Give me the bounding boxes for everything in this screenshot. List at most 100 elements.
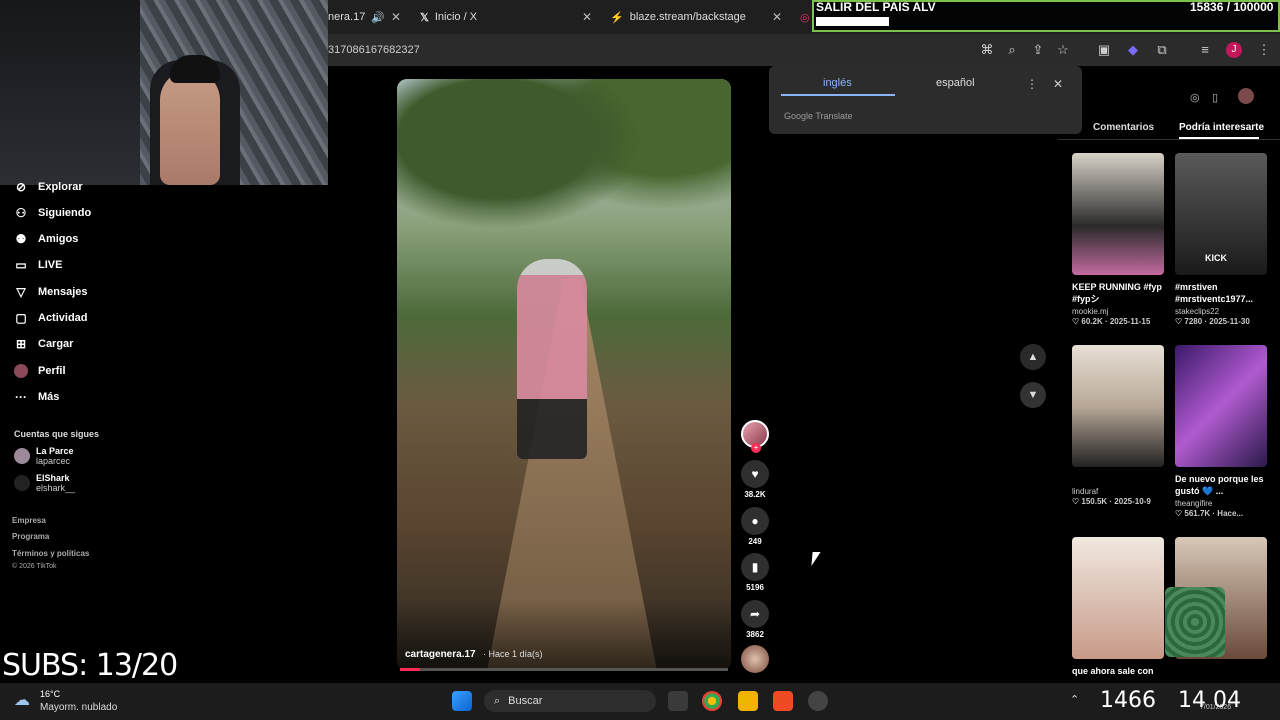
puzzle-icon[interactable]: ⧉ [1154,42,1170,58]
card-meta: ♡ 60.2K · 2025-11-15 [1072,317,1151,326]
zoom-icon[interactable]: ⌕ [1004,42,1020,58]
like-count: 38.2K [744,490,766,499]
sidebar-item-label: Explorar [38,181,83,193]
suggested-video-card[interactable]: KICK #mrstiven #mrstiventc1977... stakec… [1175,153,1267,326]
weather-desc[interactable]: Mayorm. nublado [40,702,117,713]
music-disc-icon[interactable] [741,645,769,673]
subs-counter-overlay: SUBS: 13/20 [2,648,178,683]
close-icon[interactable]: ✕ [391,10,401,24]
next-video-button[interactable]: ▼ [1020,382,1046,408]
video-rider [517,259,587,459]
brave-icon[interactable] [773,691,793,711]
suggested-video-card[interactable]: KEEP RUNNING #fyp #fypシ mookie.mj ♡ 60.2… [1072,153,1164,326]
tab-comments[interactable]: Comentarios [1093,122,1154,133]
start-button-icon[interactable] [452,691,472,711]
translate-brand: Google Translate [784,111,853,121]
translate-icon[interactable]: ⌘ [979,42,995,58]
sidebar-item-perfil[interactable]: Perfil [14,364,66,378]
browser-tab-x[interactable]: 𝕏 Inicio / X ✕ [420,6,592,28]
card-user: stakeclips22 [1175,307,1220,316]
sidebar-item-label: Cargar [38,338,74,350]
previous-video-button[interactable]: ▲ [1020,344,1046,370]
translate-tab-source[interactable]: inglés [823,77,852,89]
sidebar-item-mas[interactable]: ··· Más [14,390,59,404]
video-progress-bar[interactable] [400,668,728,671]
following-account[interactable]: La Parce laparcec [14,446,74,466]
card-title: #mrstiven #mrstiventc1977... [1175,282,1254,304]
bookmark-star-icon[interactable]: ☆ [1055,42,1071,58]
browser-tab-tiktok[interactable]: nera.17 🔊 ✕ [328,6,408,28]
close-icon[interactable]: ✕ [582,10,592,24]
browser-tab-blaze[interactable]: ⚡ blaze.stream/backstage ✕ [610,6,782,28]
suggested-video-card[interactable]: De nuevo porque les gustó 💙 ... theangif… [1175,345,1267,518]
translate-tab-target[interactable]: español [936,77,975,89]
copyright: © 2026 TikTok [12,563,57,570]
footer-link[interactable]: Programa [12,532,49,541]
weather-temp[interactable]: 16°C [40,689,60,699]
sidebar-item-mensajes[interactable]: ▽ Mensajes [14,285,87,299]
profile-avatar-icon[interactable]: J [1226,42,1242,58]
suggested-video-card[interactable] [1165,537,1267,659]
suggested-video-card[interactable]: que ahora sale con [1072,537,1164,689]
stream-goal-progress [816,17,889,26]
url-field[interactable]: 317086167682327 [328,44,420,56]
follow-plus-icon[interactable]: + [751,443,761,453]
send-icon: ▽ [16,285,26,299]
share-icon: ➦ [741,600,769,628]
stream-goal-title: SALIR DEL PAIS ALV [816,0,936,14]
sidebar-item-cargar[interactable]: ⊞ Cargar [14,337,74,351]
suggested-video-card[interactable]: linduraf ♡ 150.5K · 2025-10-9 [1072,345,1164,506]
media-icon[interactable]: ≡ [1197,42,1213,58]
tray-date[interactable]: 7/01/2026 [1200,704,1231,711]
obs-icon[interactable] [808,691,828,711]
video-author[interactable]: cartagenera.17 [405,649,476,660]
search-icon: ⌕ [494,694,501,707]
chrome-icon[interactable] [702,691,722,711]
friends-icon: ⚉ [15,232,27,246]
speaker-icon[interactable]: 🔊 [371,11,385,24]
sidebar-item-label: Siguiendo [38,207,92,219]
close-icon[interactable]: ✕ [1053,77,1063,91]
sidebar-item-label: LIVE [38,259,63,271]
save-button[interactable]: ▮ 5196 [740,553,770,592]
share-button[interactable]: ➦ 3862 [740,600,770,639]
footer-link[interactable]: Términos y políticas [12,549,89,558]
video-player[interactable] [397,79,731,671]
user-avatar[interactable] [1238,88,1254,104]
file-explorer-icon[interactable] [738,691,758,711]
theme-icon[interactable]: ◎ [1190,91,1200,104]
webcam-background [0,0,145,185]
sidebar-item-amigos[interactable]: ⚉ Amigos [14,232,79,246]
menu-kebab-icon[interactable]: ⋮ [1256,42,1272,58]
chevron-up-icon: ▲ [1027,351,1039,363]
tab-suggested[interactable]: Podría interesarte [1179,122,1264,133]
extension-icon[interactable]: ◆ [1125,42,1141,58]
device-icon[interactable]: ▯ [1212,91,1218,104]
tab-label: nera.17 [328,11,366,23]
translate-menu-icon[interactable]: ⋮ [1026,77,1038,91]
sidebar-item-live[interactable]: ▭ LIVE [14,258,62,272]
close-icon[interactable]: ✕ [772,10,782,24]
account-handle: laparcec [36,456,71,466]
video-thumbnail [1165,537,1267,659]
card-title: De nuevo porque les gustó 💙 ... [1175,474,1264,496]
sidebar-item-actividad[interactable]: ▢ Actividad [14,311,87,325]
sidepanel-icon[interactable]: ▣ [1096,42,1112,58]
avatar [14,448,30,464]
video-thumbnail [1072,153,1164,275]
install-icon[interactable]: ⇪ [1030,42,1046,58]
like-button[interactable]: ♥ 38.2K [740,460,770,499]
stream-goal-count: 15836 / 100000 [1190,0,1274,14]
weather-cloud-icon[interactable]: ☁ [14,690,30,710]
sticker-overlay [1165,587,1225,657]
following-account[interactable]: ElShark elshark__ [14,473,75,493]
comment-button[interactable]: ● 249 [740,507,770,546]
taskbar-search[interactable]: ⌕ Buscar [484,690,656,712]
webcam-cap [170,55,220,83]
compass-icon: ⊘ [15,180,27,194]
task-view-icon[interactable] [668,691,688,711]
tray-chevron-icon[interactable]: ⌃ [1070,693,1079,706]
sidebar-item-siguiendo[interactable]: ⚇ Siguiendo [14,206,92,220]
sidebar-item-explorar[interactable]: ⊘ Explorar [14,180,83,194]
footer-link[interactable]: Empresa [12,516,46,525]
